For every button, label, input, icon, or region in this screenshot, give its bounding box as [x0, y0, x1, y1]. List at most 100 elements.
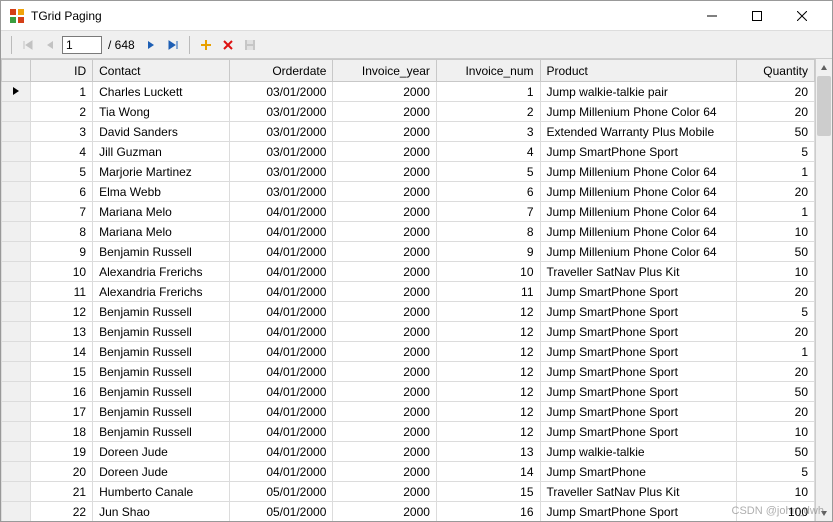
cell-invoice-num[interactable]: 12	[436, 422, 540, 442]
cell-invoice-year[interactable]: 2000	[333, 82, 437, 102]
cell-product[interactable]: Jump Millenium Phone Color 64	[540, 202, 737, 222]
cell-product[interactable]: Jump walkie-talkie	[540, 442, 737, 462]
cell-id[interactable]: 4	[30, 142, 92, 162]
cell-invoice-num[interactable]: 1	[436, 82, 540, 102]
cell-id[interactable]: 22	[30, 502, 92, 522]
cell-contact[interactable]: Humberto Canale	[93, 482, 230, 502]
cell-invoice-num[interactable]: 6	[436, 182, 540, 202]
cell-invoice-year[interactable]: 2000	[333, 322, 437, 342]
cell-invoice-num[interactable]: 8	[436, 222, 540, 242]
col-quantity[interactable]: Quantity	[737, 60, 815, 82]
cell-quantity[interactable]: 10	[737, 262, 815, 282]
row-indicator[interactable]	[2, 282, 31, 302]
cell-id[interactable]: 15	[30, 362, 92, 382]
cell-quantity[interactable]: 20	[737, 282, 815, 302]
cell-invoice-year[interactable]: 2000	[333, 442, 437, 462]
save-button[interactable]	[240, 35, 260, 55]
row-indicator[interactable]	[2, 242, 31, 262]
cell-product[interactable]: Traveller SatNav Plus Kit	[540, 482, 737, 502]
cell-quantity[interactable]: 5	[737, 142, 815, 162]
cell-invoice-year[interactable]: 2000	[333, 482, 437, 502]
cell-invoice-year[interactable]: 2000	[333, 302, 437, 322]
cell-invoice-year[interactable]: 2000	[333, 262, 437, 282]
cell-invoice-num[interactable]: 5	[436, 162, 540, 182]
col-product[interactable]: Product	[540, 60, 737, 82]
cell-contact[interactable]: Benjamin Russell	[93, 342, 230, 362]
cell-product[interactable]: Jump walkie-talkie pair	[540, 82, 737, 102]
cell-product[interactable]: Jump SmartPhone Sport	[540, 362, 737, 382]
row-indicator[interactable]	[2, 182, 31, 202]
cell-product[interactable]: Jump Millenium Phone Color 64	[540, 102, 737, 122]
cell-product[interactable]: Jump SmartPhone	[540, 462, 737, 482]
cell-quantity[interactable]: 50	[737, 242, 815, 262]
cell-invoice-year[interactable]: 2000	[333, 202, 437, 222]
cell-invoice-year[interactable]: 2000	[333, 462, 437, 482]
table-row[interactable]: 10Alexandria Frerichs04/01/2000200010Tra…	[2, 262, 815, 282]
cell-invoice-year[interactable]: 2000	[333, 162, 437, 182]
cell-invoice-num[interactable]: 7	[436, 202, 540, 222]
table-row[interactable]: 13Benjamin Russell04/01/2000200012Jump S…	[2, 322, 815, 342]
cell-invoice-num[interactable]: 12	[436, 402, 540, 422]
cell-invoice-num[interactable]: 12	[436, 302, 540, 322]
cell-id[interactable]: 3	[30, 122, 92, 142]
vertical-scrollbar[interactable]	[815, 59, 832, 521]
row-indicator[interactable]	[2, 262, 31, 282]
add-button[interactable]	[196, 35, 216, 55]
cell-quantity[interactable]: 5	[737, 462, 815, 482]
cell-invoice-year[interactable]: 2000	[333, 362, 437, 382]
cell-id[interactable]: 19	[30, 442, 92, 462]
row-indicator[interactable]	[2, 162, 31, 182]
cell-invoice-year[interactable]: 2000	[333, 102, 437, 122]
cell-invoice-year[interactable]: 2000	[333, 222, 437, 242]
cell-invoice-num[interactable]: 2	[436, 102, 540, 122]
cell-invoice-num[interactable]: 12	[436, 322, 540, 342]
row-indicator[interactable]	[2, 122, 31, 142]
cell-invoice-year[interactable]: 2000	[333, 502, 437, 522]
table-row[interactable]: 11Alexandria Frerichs04/01/2000200011Jum…	[2, 282, 815, 302]
cell-contact[interactable]: Benjamin Russell	[93, 242, 230, 262]
cell-id[interactable]: 2	[30, 102, 92, 122]
cell-id[interactable]: 13	[30, 322, 92, 342]
cell-contact[interactable]: Benjamin Russell	[93, 402, 230, 422]
col-invoice-num[interactable]: Invoice_num	[436, 60, 540, 82]
row-indicator[interactable]	[2, 422, 31, 442]
row-indicator[interactable]	[2, 142, 31, 162]
cell-invoice-num[interactable]: 12	[436, 342, 540, 362]
cell-id[interactable]: 18	[30, 422, 92, 442]
row-indicator[interactable]	[2, 302, 31, 322]
col-orderdate[interactable]: Orderdate	[229, 60, 333, 82]
cell-orderdate[interactable]: 04/01/2000	[229, 262, 333, 282]
cell-product[interactable]: Jump Millenium Phone Color 64	[540, 162, 737, 182]
row-indicator[interactable]	[2, 482, 31, 502]
row-indicator[interactable]	[2, 362, 31, 382]
row-indicator[interactable]	[2, 202, 31, 222]
cell-quantity[interactable]: 20	[737, 362, 815, 382]
cell-contact[interactable]: Benjamin Russell	[93, 422, 230, 442]
cell-quantity[interactable]: 5	[737, 302, 815, 322]
row-indicator[interactable]	[2, 402, 31, 422]
table-row[interactable]: 22Jun Shao05/01/2000200016Jump SmartPhon…	[2, 502, 815, 522]
cell-quantity[interactable]: 50	[737, 442, 815, 462]
cell-product[interactable]: Jump Millenium Phone Color 64	[540, 182, 737, 202]
cell-invoice-num[interactable]: 11	[436, 282, 540, 302]
cell-invoice-num[interactable]: 10	[436, 262, 540, 282]
cell-id[interactable]: 16	[30, 382, 92, 402]
cell-orderdate[interactable]: 05/01/2000	[229, 482, 333, 502]
cell-contact[interactable]: Mariana Melo	[93, 202, 230, 222]
cell-contact[interactable]: Benjamin Russell	[93, 382, 230, 402]
cell-quantity[interactable]: 50	[737, 122, 815, 142]
row-indicator[interactable]	[2, 222, 31, 242]
cell-quantity[interactable]: 50	[737, 382, 815, 402]
cell-product[interactable]: Jump SmartPhone Sport	[540, 422, 737, 442]
row-indicator[interactable]	[2, 502, 31, 522]
cell-invoice-num[interactable]: 15	[436, 482, 540, 502]
cell-orderdate[interactable]: 03/01/2000	[229, 82, 333, 102]
cell-id[interactable]: 20	[30, 462, 92, 482]
cell-id[interactable]: 7	[30, 202, 92, 222]
cell-invoice-year[interactable]: 2000	[333, 242, 437, 262]
cell-quantity[interactable]: 1	[737, 202, 815, 222]
cell-invoice-num[interactable]: 12	[436, 382, 540, 402]
row-indicator[interactable]	[2, 102, 31, 122]
cell-orderdate[interactable]: 04/01/2000	[229, 302, 333, 322]
cell-product[interactable]: Jump SmartPhone Sport	[540, 302, 737, 322]
